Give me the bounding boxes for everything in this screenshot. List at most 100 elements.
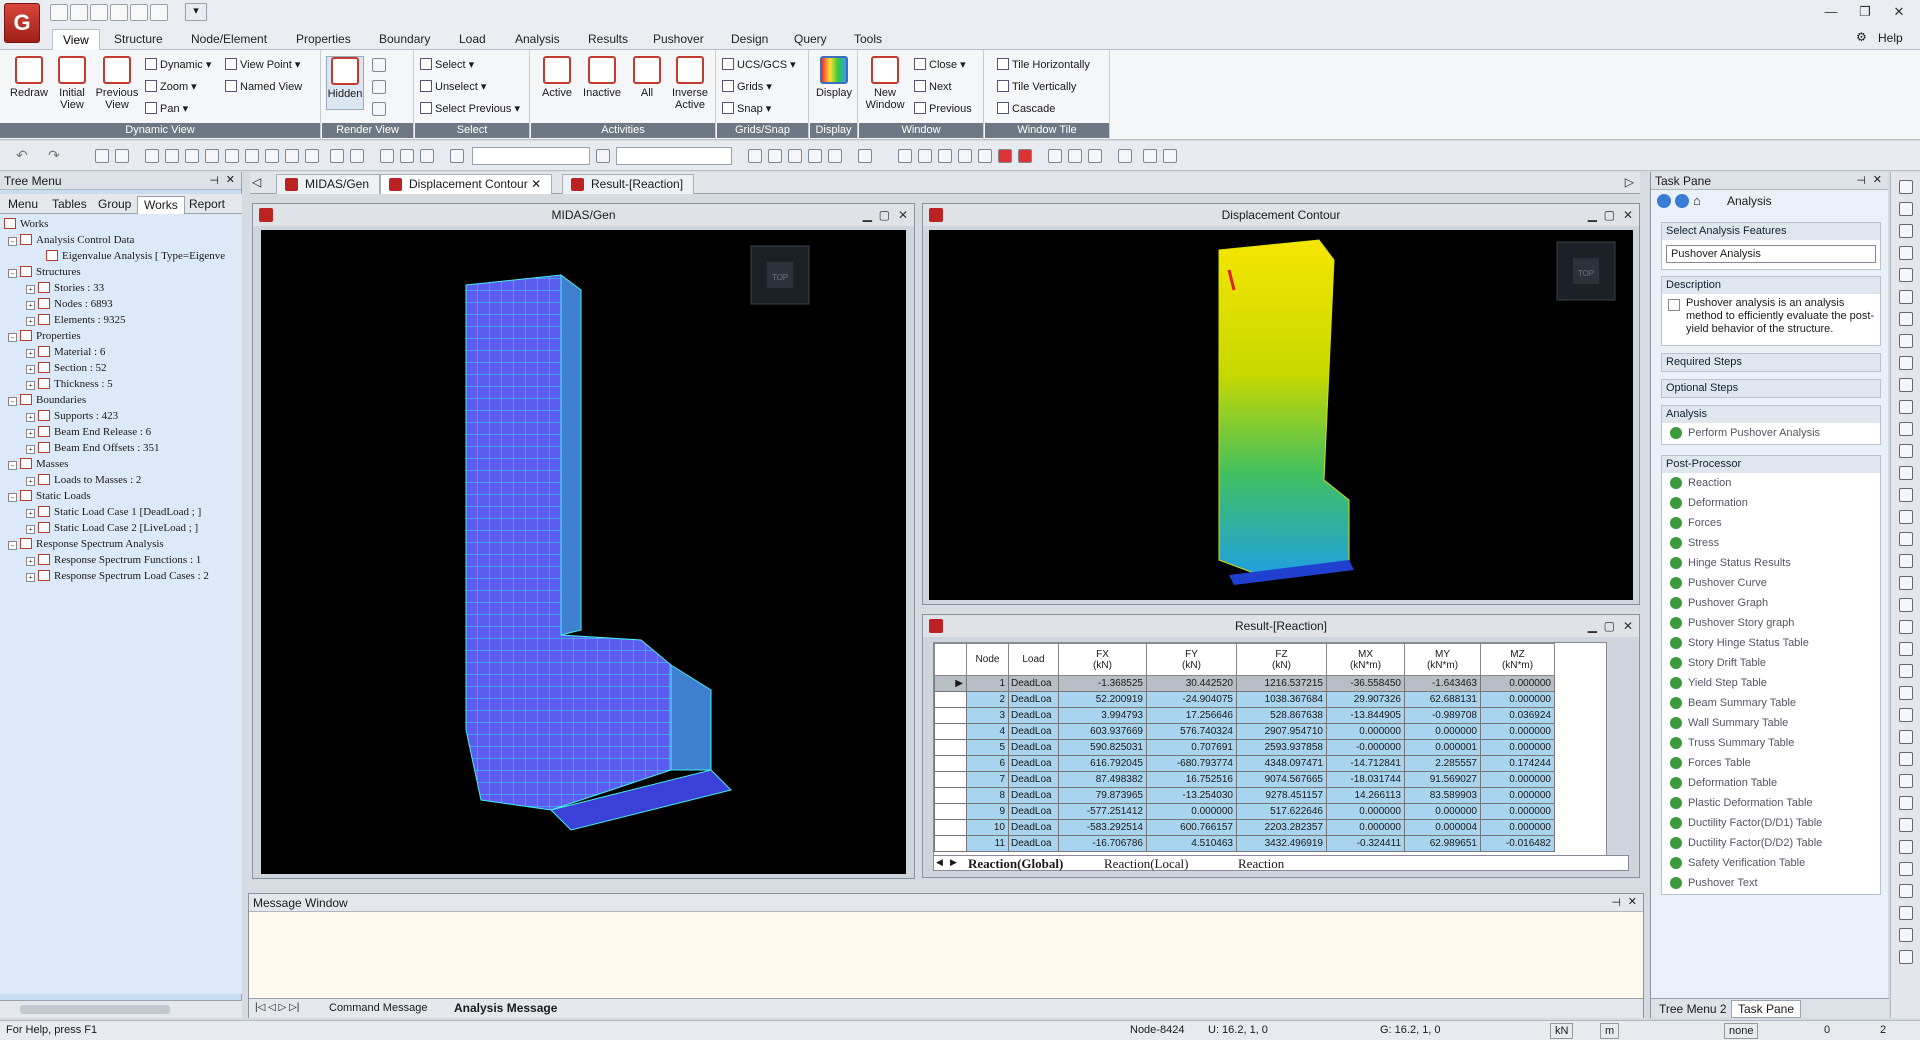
table-cell[interactable]: -14.712841: [1326, 755, 1405, 772]
close-icon[interactable]: ✕: [1623, 615, 1633, 637]
toolbar-icon[interactable]: [285, 149, 299, 163]
toolbar-icon[interactable]: [1899, 708, 1913, 722]
toolbar-icon[interactable]: [978, 149, 992, 163]
table-cell[interactable]: 0.000000: [1480, 723, 1555, 740]
toolbar-icon[interactable]: [1899, 202, 1913, 216]
post-processor-item[interactable]: Yield Step Table: [1662, 673, 1880, 693]
table-cell[interactable]: 6: [966, 755, 1009, 772]
tree-tab-works[interactable]: Works: [137, 196, 185, 214]
table-cell[interactable]: 10: [966, 819, 1009, 836]
tab-results[interactable]: Results: [578, 29, 638, 50]
table-cell[interactable]: 517.622646: [1236, 803, 1327, 820]
new-file-icon[interactable]: [50, 4, 68, 21]
view-point-button[interactable]: View Point ▾: [225, 56, 300, 74]
section-header[interactable]: Post-Processor: [1662, 456, 1880, 473]
section-header[interactable]: Description: [1662, 277, 1880, 294]
table-cell[interactable]: DeadLoa: [1008, 803, 1059, 820]
maximize-icon[interactable]: ▢: [879, 204, 890, 226]
next-sheet-icon[interactable]: ▶: [950, 857, 957, 868]
toolbar-icon[interactable]: [380, 149, 394, 163]
optional-steps-section[interactable]: Optional Steps: [1661, 379, 1881, 398]
snap-button[interactable]: Snap ▾: [722, 100, 771, 118]
next-window-button[interactable]: Next: [914, 78, 952, 96]
table-cell[interactable]: 9278.451157: [1236, 787, 1327, 804]
doc-tab-midas[interactable]: MIDAS/Gen: [276, 174, 381, 194]
print-preview-icon[interactable]: [150, 4, 168, 21]
toolbar-icon[interactable]: [350, 149, 364, 163]
toolbar-icon[interactable]: [145, 149, 159, 163]
toolbar-icon[interactable]: [1899, 180, 1913, 194]
select-button[interactable]: Select ▾: [420, 56, 474, 74]
row-selector[interactable]: [934, 787, 967, 804]
col-header[interactable]: MX (kN*m): [1326, 643, 1405, 676]
table-cell[interactable]: 9074.567665: [1236, 771, 1327, 788]
toolbar-icon[interactable]: [1899, 598, 1913, 612]
toolbar-icon[interactable]: [95, 149, 109, 163]
table-cell[interactable]: DeadLoa: [1008, 691, 1059, 708]
toolbar-icon[interactable]: [808, 149, 822, 163]
hidden-button[interactable]: Hidden: [326, 56, 364, 110]
toolbar-icon[interactable]: [305, 149, 319, 163]
toolbar-icon[interactable]: [1163, 149, 1177, 163]
message-tab-analysis[interactable]: Analysis Message: [454, 1001, 557, 1015]
toolbar-icon[interactable]: [1899, 620, 1913, 634]
table-cell[interactable]: 1: [966, 675, 1009, 692]
toolbar-icon[interactable]: [1068, 149, 1082, 163]
table-row[interactable]: 10 DeadLoa -583.292514 600.766157 2203.28235…: [934, 819, 1555, 836]
table-cell[interactable]: 3: [966, 707, 1009, 724]
toolbar-icon[interactable]: [205, 149, 219, 163]
col-header[interactable]: FZ (kN): [1236, 643, 1327, 676]
zoom-button[interactable]: Zoom ▾: [145, 78, 197, 96]
pin-icon[interactable]: ⊣: [209, 174, 219, 187]
tree-node[interactable]: − Masses: [8, 456, 68, 472]
render-icon-2[interactable]: [372, 80, 386, 94]
table-cell[interactable]: DeadLoa: [1008, 755, 1059, 772]
tree-node[interactable]: + Response Spectrum Functions : 1: [26, 552, 201, 568]
col-header[interactable]: MY (kN*m): [1404, 643, 1481, 676]
post-processor-item[interactable]: Wall Summary Table: [1662, 713, 1880, 733]
tree-tab-tables[interactable]: Tables: [46, 196, 93, 214]
table-cell[interactable]: 0.036924: [1480, 707, 1555, 724]
tile-vertically-button[interactable]: Tile Vertically: [997, 78, 1076, 96]
section-header[interactable]: Select Analysis Features: [1662, 223, 1880, 240]
tab-load[interactable]: Load: [449, 29, 496, 50]
post-processor-item[interactable]: Plastic Deformation Table: [1662, 793, 1880, 813]
table-row[interactable]: 6 DeadLoa 616.792045 -680.793774 4348.097471…: [934, 755, 1555, 772]
back-icon[interactable]: [1657, 194, 1671, 208]
toolbar-icon[interactable]: [858, 149, 872, 163]
tree-tab-menu[interactable]: Menu: [2, 196, 44, 214]
toolbar-icon[interactable]: [1018, 149, 1032, 163]
table-cell[interactable]: 0.000000: [1326, 819, 1405, 836]
status-value-1[interactable]: 0: [1824, 1021, 1830, 1040]
new-window-button[interactable]: New Window: [863, 56, 907, 111]
table-cell[interactable]: 29.907326: [1326, 691, 1405, 708]
row-selector[interactable]: [934, 739, 967, 756]
table-cell[interactable]: 2: [966, 691, 1009, 708]
toolbar-icon[interactable]: [938, 149, 952, 163]
message-tab-command[interactable]: Command Message: [329, 1002, 427, 1014]
view-cube[interactable]: TOP: [1556, 241, 1616, 301]
post-processor-item[interactable]: Deformation: [1662, 493, 1880, 513]
inactive-button[interactable]: Inactive: [579, 56, 625, 99]
help-button[interactable]: Help: [1878, 31, 1903, 45]
col-header[interactable]: FY (kN): [1146, 643, 1237, 676]
toolbar-icon[interactable]: [1899, 884, 1913, 898]
toolbar-icon[interactable]: [828, 149, 842, 163]
close-icon[interactable]: ✕: [1873, 173, 1882, 186]
sheet-tab-reaction-local[interactable]: Reaction(Local): [1104, 856, 1188, 872]
tree-node[interactable]: + Beam End Release : 6: [26, 424, 151, 440]
toolbar-icon[interactable]: [420, 149, 434, 163]
table-cell[interactable]: 83.589903: [1404, 787, 1481, 804]
force-unit-select[interactable]: kN: [1550, 1023, 1574, 1039]
close-icon[interactable]: ✕: [531, 177, 541, 191]
table-cell[interactable]: 0.000000: [1480, 803, 1555, 820]
table-row[interactable]: 9 DeadLoa -577.251412 0.000000 517.622646 0.0…: [934, 803, 1555, 820]
toolbar-icon[interactable]: [1088, 149, 1102, 163]
table-cell[interactable]: DeadLoa: [1008, 739, 1059, 756]
table-cell[interactable]: DeadLoa: [1008, 787, 1059, 804]
tree-node[interactable]: + Material : 6: [26, 344, 105, 360]
restore-icon[interactable]: ❐: [1852, 4, 1878, 22]
toolbar-icon[interactable]: [1899, 730, 1913, 744]
tree-node[interactable]: + Nodes : 6893: [26, 296, 113, 312]
table-cell[interactable]: -0.989708: [1404, 707, 1481, 724]
